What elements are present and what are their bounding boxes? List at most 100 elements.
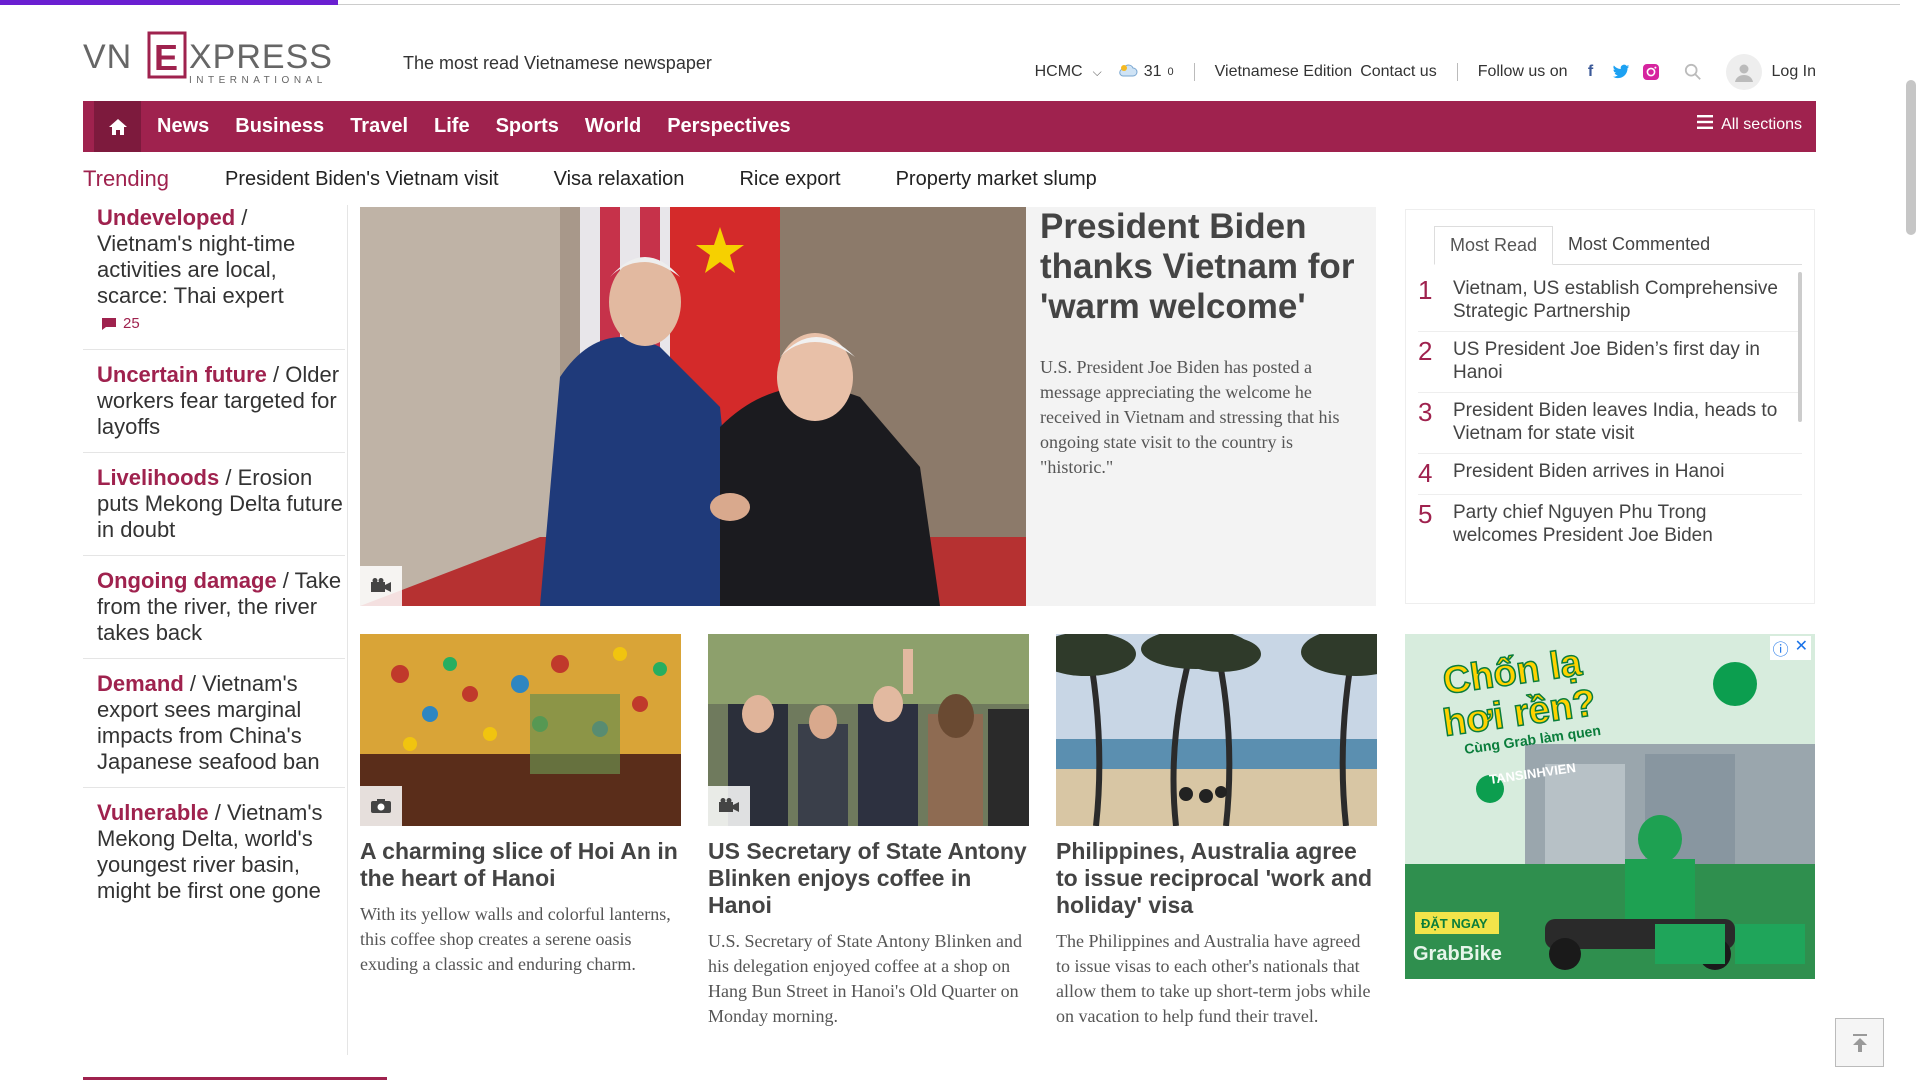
nav-item-business[interactable]: Business <box>235 115 324 138</box>
story-title[interactable]: Vietnam's night-time activities are loca… <box>97 231 295 308</box>
trending-item[interactable]: Visa relaxation <box>554 168 685 191</box>
menu-icon <box>1697 115 1714 134</box>
divider <box>1193 63 1195 81</box>
ad-brand: GrabBike <box>1413 943 1502 965</box>
nav-item-sports[interactable]: Sports <box>496 115 559 138</box>
login-link[interactable]: Log In <box>1772 63 1816 81</box>
follow-label: Follow us on <box>1477 63 1568 80</box>
hero-title[interactable]: President Biden thanks Vietnam for 'warm… <box>1040 207 1362 327</box>
list-item-title[interactable]: Party chief Nguyen Phu Trong welcomes Pr… <box>1453 501 1793 547</box>
advertisement-banner[interactable]: Chốn lạ hơi rền? Cùng Grab làm quen TANS… <box>1405 634 1815 979</box>
hero-image[interactable] <box>360 207 1026 606</box>
city-selector[interactable]: HCMC ⌵ <box>1035 63 1102 81</box>
story-keyword[interactable]: Vulnerable <box>97 800 209 825</box>
rank-number: 2 <box>1418 336 1433 366</box>
main-nav: News Business Travel Life Sports World P… <box>83 101 1816 152</box>
nav-item-perspectives[interactable]: Perspectives <box>667 115 790 138</box>
city-label: HCMC <box>1034 63 1083 80</box>
list-item[interactable]: 2 US President Joe Biden’s first day in H… <box>1418 332 1802 393</box>
page-scrollbar[interactable] <box>1900 60 1920 1080</box>
tab-most-commented[interactable]: Most Commented <box>1553 226 1725 264</box>
list-item[interactable]: 5 Party chief Nguyen Phu Trong welcomes P… <box>1418 495 1802 555</box>
article-image[interactable] <box>1056 634 1377 826</box>
list-scrollbar[interactable] <box>1798 272 1802 422</box>
user-avatar-icon[interactable] <box>1725 54 1762 90</box>
comment-count[interactable]: 25 <box>101 311 345 337</box>
back-to-top-button[interactable] <box>1835 1018 1884 1067</box>
list-item-title[interactable]: US President Joe Biden’s first day in Ha… <box>1453 338 1793 384</box>
list-item[interactable]: 1 Vietnam, US establish Comprehensive Str… <box>1418 271 1802 332</box>
site-logo[interactable]: VN E XPRESS INTERNATIONAL <box>83 28 373 88</box>
info-icon[interactable]: ⓘ <box>1773 636 1789 660</box>
site-tagline: The most read Vietnamese newspaper <box>403 53 712 73</box>
list-item-title[interactable]: President Biden leaves India, heads to V… <box>1453 399 1793 445</box>
scrollbar-thumb[interactable] <box>1906 80 1916 235</box>
logo-vn: VN <box>83 38 132 76</box>
search-icon[interactable] <box>1684 63 1702 81</box>
trending-item[interactable]: Rice export <box>739 168 840 191</box>
list-item[interactable]: Uncertain future / Older workers fear ta… <box>83 362 345 453</box>
list-item[interactable]: Ongoing damage / Take from the river, th… <box>83 568 345 659</box>
list-item[interactable]: Livelihoods / Erosion puts Mekong Delta … <box>83 465 345 556</box>
logo-xpress: XPRESS <box>189 38 333 76</box>
list-item-title[interactable]: President Biden arrives in Hanoi <box>1453 460 1793 486</box>
list-item[interactable]: 4 President Biden arrives in Hanoi <box>1418 454 1802 495</box>
nav-item-news[interactable]: News <box>157 115 209 138</box>
article-description: With its yellow walls and colorful lante… <box>360 904 671 974</box>
hero-description: U.S. President Joe Biden has posted a me… <box>1040 357 1340 477</box>
story-keyword[interactable]: Uncertain future <box>97 362 267 387</box>
trending-item[interactable]: Property market slump <box>896 168 1097 191</box>
list-item[interactable]: Demand / Vietnam's export sees marginal … <box>83 671 345 788</box>
article-title[interactable]: US Secretary of State Antony Blinken enj… <box>708 838 1029 919</box>
instagram-icon[interactable] <box>1642 63 1660 81</box>
left-story-list: Undeveloped / Vietnam's night-time activ… <box>83 205 345 928</box>
article-title[interactable]: Philippines, Australia agree to issue re… <box>1056 838 1377 919</box>
rank-number: 5 <box>1418 499 1433 529</box>
article-image[interactable] <box>360 634 681 826</box>
most-read-list: 1 Vietnam, US establish Comprehensive Str… <box>1418 271 1802 555</box>
all-sections-button[interactable]: All sections <box>1697 115 1802 134</box>
nav-item-world[interactable]: World <box>585 115 641 138</box>
list-item-title[interactable]: Vietnam, US establish Comprehensive Stra… <box>1453 277 1793 323</box>
rank-number: 3 <box>1418 397 1433 427</box>
article-title[interactable]: A charming slice of Hoi An in the heart … <box>360 838 681 892</box>
top-accent-bar <box>0 0 338 5</box>
header-right: HCMC ⌵ 31 0 Vietnamese Edition Contact u… <box>1035 54 1816 90</box>
contact-link[interactable]: Contact us <box>1360 63 1436 81</box>
article-card[interactable]: A charming slice of Hoi An in the heart … <box>360 634 681 977</box>
story-keyword[interactable]: Demand <box>97 671 184 696</box>
tab-most-read[interactable]: Most Read <box>1434 226 1554 265</box>
comment-icon <box>102 318 116 330</box>
most-read-panel: Most Read Most Commented 1 Vietnam, US es… <box>1405 209 1815 604</box>
list-item[interactable]: Vulnerable / Vietnam's Mekong Delta, wor… <box>83 800 345 916</box>
list-item[interactable]: Undeveloped / Vietnam's night-time activ… <box>83 205 345 350</box>
site-header: VN E XPRESS INTERNATIONAL The most read … <box>83 28 1816 96</box>
story-keyword[interactable]: Livelihoods <box>97 465 219 490</box>
close-icon[interactable]: ✕ <box>1795 636 1808 660</box>
facebook-icon[interactable]: f <box>1582 63 1600 81</box>
list-item[interactable]: 3 President Biden leaves India, heads to … <box>1418 393 1802 454</box>
story-keyword[interactable]: Undeveloped <box>97 205 235 230</box>
article-image[interactable] <box>708 634 1029 826</box>
divider <box>1456 63 1458 81</box>
rank-number: 1 <box>1418 275 1433 305</box>
nav-item-travel[interactable]: Travel <box>350 115 408 138</box>
logo-sub: INTERNATIONAL <box>189 75 327 86</box>
nav-item-life[interactable]: Life <box>434 115 470 138</box>
article-description: U.S. Secretary of State Antony Blinken a… <box>708 931 1022 1026</box>
twitter-icon[interactable] <box>1612 63 1630 81</box>
article-card[interactable]: US Secretary of State Antony Blinken enj… <box>708 634 1029 1029</box>
trending-item[interactable]: President Biden's Vietnam visit <box>225 168 499 191</box>
column-divider <box>347 205 348 1055</box>
comment-count-value: 25 <box>123 315 140 332</box>
home-icon[interactable] <box>94 101 141 152</box>
degree-mark: 0 <box>1167 66 1174 78</box>
trending-bar: Trending President Biden's Vietnam visit… <box>83 166 1152 192</box>
article-card[interactable]: Philippines, Australia agree to issue re… <box>1056 634 1377 1029</box>
ad-cta: ĐẶT NGAY <box>1421 916 1488 931</box>
logo-e: E <box>154 37 178 78</box>
vietnamese-edition-link[interactable]: Vietnamese Edition <box>1215 63 1353 81</box>
social-links: f <box>1582 63 1702 81</box>
story-keyword[interactable]: Ongoing damage <box>97 568 277 593</box>
article-description: The Philippines and Australia have agree… <box>1056 931 1371 1026</box>
